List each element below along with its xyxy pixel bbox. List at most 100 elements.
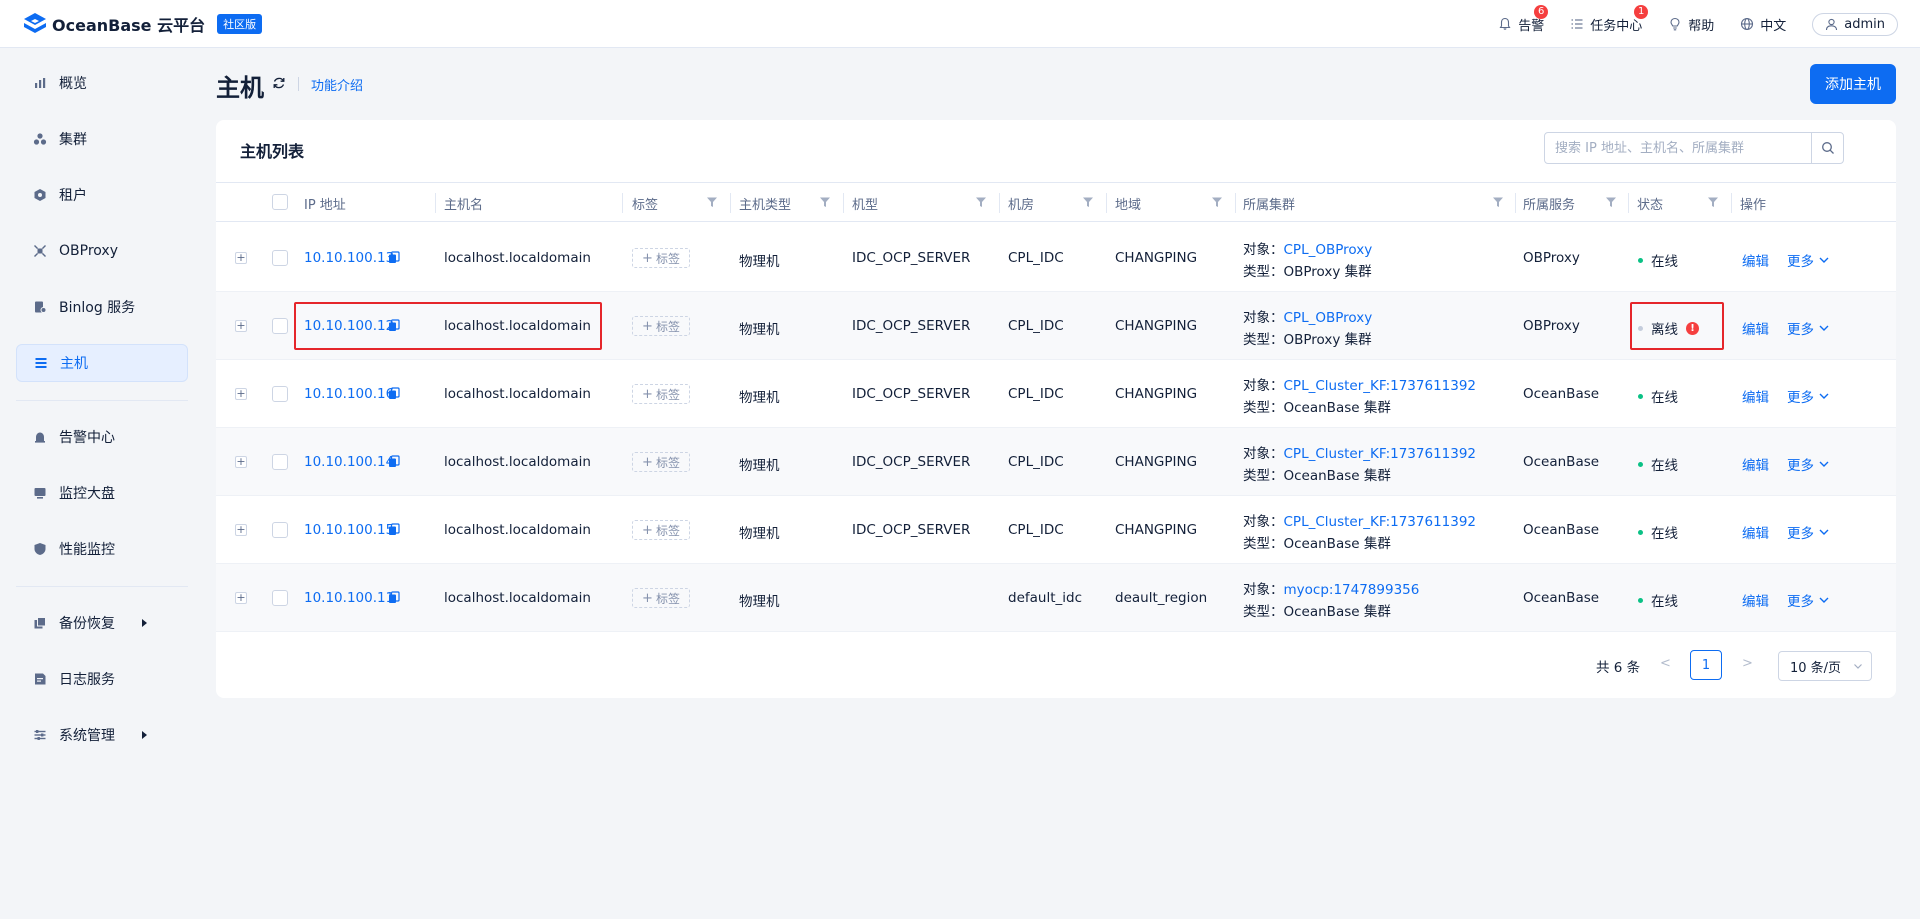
sidebar-item-performance[interactable]: 性能监控 <box>16 530 188 568</box>
copy-icon[interactable] <box>388 387 400 400</box>
search-button[interactable] <box>1811 133 1843 163</box>
row-checkbox[interactable] <box>272 318 288 334</box>
sidebar-item-log-service[interactable]: 日志服务 <box>16 660 188 698</box>
cluster-object-link[interactable]: myocp:1747899356 <box>1284 582 1420 598</box>
host-ip-link[interactable]: 10.10.100.13 <box>304 250 394 266</box>
tenant-icon <box>34 189 46 201</box>
row-checkbox[interactable] <box>272 590 288 606</box>
more-dropdown[interactable]: 更多 <box>1787 318 1830 338</box>
edit-button[interactable]: 编辑 <box>1742 250 1769 270</box>
cluster-type: 类型：OceanBase 集群 <box>1243 600 1391 620</box>
edit-button[interactable]: 编辑 <box>1742 386 1769 406</box>
host-model: IDC_OCP_SERVER <box>852 318 971 334</box>
edit-button[interactable]: 编辑 <box>1742 590 1769 610</box>
pagination-next-button[interactable]: > <box>1742 656 1753 671</box>
pagination-page-1[interactable]: 1 <box>1690 650 1722 680</box>
cluster-object-link[interactable]: CPL_Cluster_KF:1737611392 <box>1284 514 1477 530</box>
add-host-button[interactable]: 添加主机 <box>1810 64 1896 104</box>
edit-button[interactable]: 编辑 <box>1742 454 1769 474</box>
table-row: + 10.10.100.14 localhost.localdomain + 标签… <box>216 428 1896 496</box>
column-separator <box>1515 193 1516 213</box>
expand-row-button[interactable]: + <box>235 252 247 264</box>
add-tag-button[interactable]: + 标签 <box>632 452 690 472</box>
task-center-button[interactable]: 任务中心 1 <box>1570 4 1649 34</box>
cluster-object-link[interactable]: CPL_Cluster_KF:1737611392 <box>1284 378 1477 394</box>
row-checkbox[interactable] <box>272 522 288 538</box>
sidebar-item-tenants[interactable]: 租户 <box>16 176 188 214</box>
language-switch[interactable]: 中文 <box>1740 15 1786 34</box>
cluster-object-link[interactable]: CPL_OBProxy <box>1284 242 1373 258</box>
expand-row-button[interactable]: + <box>235 320 247 332</box>
add-tag-button[interactable]: + 标签 <box>632 520 690 540</box>
row-checkbox[interactable] <box>272 386 288 402</box>
more-dropdown[interactable]: 更多 <box>1787 590 1830 610</box>
copy-icon[interactable] <box>388 251 400 264</box>
more-dropdown[interactable]: 更多 <box>1787 386 1830 406</box>
alerts-button[interactable]: 告警 6 <box>1498 4 1549 34</box>
host-idc: CPL_IDC <box>1008 318 1064 334</box>
host-ip-link[interactable]: 10.10.100.14 <box>304 454 394 470</box>
cluster-object-link[interactable]: CPL_OBProxy <box>1284 310 1373 326</box>
expand-row-button[interactable]: + <box>235 524 247 536</box>
add-tag-button[interactable]: + 标签 <box>632 248 690 268</box>
logo[interactable]: OceanBase 云平台 社区版 <box>22 11 263 37</box>
hostname: localhost.localdomain <box>444 454 591 470</box>
more-dropdown[interactable]: 更多 <box>1787 522 1830 542</box>
sidebar-item-binlog[interactable]: Binlog 服务 <box>16 288 188 326</box>
more-dropdown[interactable]: 更多 <box>1787 454 1830 474</box>
host-ip-link[interactable]: 10.10.100.15 <box>304 522 394 538</box>
table-row: + 10.10.100.15 localhost.localdomain + 标签… <box>216 496 1896 564</box>
host-ip-link[interactable]: 10.10.100.11 <box>304 590 394 606</box>
copy-icon[interactable] <box>388 455 400 468</box>
expand-row-button[interactable]: + <box>235 456 247 468</box>
feature-intro-link[interactable]: 功能介绍 <box>311 75 363 94</box>
column-idc: 机房 <box>1008 198 1035 213</box>
filter-icon[interactable] <box>819 196 831 208</box>
copy-icon[interactable] <box>388 523 400 536</box>
filter-icon[interactable] <box>1605 196 1617 208</box>
cluster-type: 类型：OceanBase 集群 <box>1243 396 1391 416</box>
expand-row-button[interactable]: + <box>235 388 247 400</box>
sidebar-item-system-management[interactable]: 系统管理 <box>16 716 188 754</box>
column-separator <box>1106 193 1107 213</box>
type-prefix: 类型： <box>1243 536 1284 552</box>
filter-icon[interactable] <box>1492 196 1504 208</box>
page-size-select[interactable]: 10 条/页 <box>1778 651 1872 681</box>
filter-icon[interactable] <box>1707 196 1719 208</box>
filter-icon[interactable] <box>1211 196 1223 208</box>
search-input[interactable] <box>1545 133 1811 163</box>
sidebar-item-monitor-dashboard[interactable]: 监控大盘 <box>16 474 188 512</box>
filter-icon[interactable] <box>1082 196 1094 208</box>
cluster-object-link[interactable]: CPL_Cluster_KF:1737611392 <box>1284 446 1477 462</box>
copy-icon[interactable] <box>388 591 400 604</box>
help-button[interactable]: 帮助 <box>1668 15 1714 34</box>
filter-icon[interactable] <box>975 196 987 208</box>
row-checkbox[interactable] <box>272 250 288 266</box>
plus-icon: + <box>642 386 653 402</box>
sidebar-item-alarm-center[interactable]: 告警中心 <box>16 418 188 456</box>
sidebar-item-clusters[interactable]: 集群 <box>16 120 188 158</box>
host-idc: CPL_IDC <box>1008 386 1064 402</box>
add-tag-button[interactable]: + 标签 <box>632 588 690 608</box>
user-menu-button[interactable]: admin <box>1812 12 1898 36</box>
sidebar-item-backup[interactable]: 备份恢复 <box>16 604 188 642</box>
filter-icon[interactable] <box>706 196 718 208</box>
edit-button[interactable]: 编辑 <box>1742 522 1769 542</box>
add-tag-button[interactable]: + 标签 <box>632 316 690 336</box>
refresh-icon[interactable] <box>272 76 286 90</box>
add-tag-button[interactable]: + 标签 <box>632 384 690 404</box>
sidebar-item-hosts[interactable]: 主机 <box>16 344 188 382</box>
edit-button[interactable]: 编辑 <box>1742 318 1769 338</box>
host-ip-link[interactable]: 10.10.100.16 <box>304 386 394 402</box>
monitor-icon <box>34 488 46 499</box>
host-region: CHANGPING <box>1115 386 1198 402</box>
sidebar-item-obproxy[interactable]: OBProxy <box>16 232 188 270</box>
select-all-checkbox[interactable] <box>272 194 288 210</box>
cluster-icon <box>33 133 47 145</box>
cluster-object: 对象：myocp:1747899356 <box>1243 578 1419 598</box>
pagination-prev-button[interactable]: < <box>1660 656 1671 671</box>
row-checkbox[interactable] <box>272 454 288 470</box>
sidebar-item-overview[interactable]: 概览 <box>16 64 188 102</box>
expand-row-button[interactable]: + <box>235 592 247 604</box>
more-dropdown[interactable]: 更多 <box>1787 250 1830 270</box>
